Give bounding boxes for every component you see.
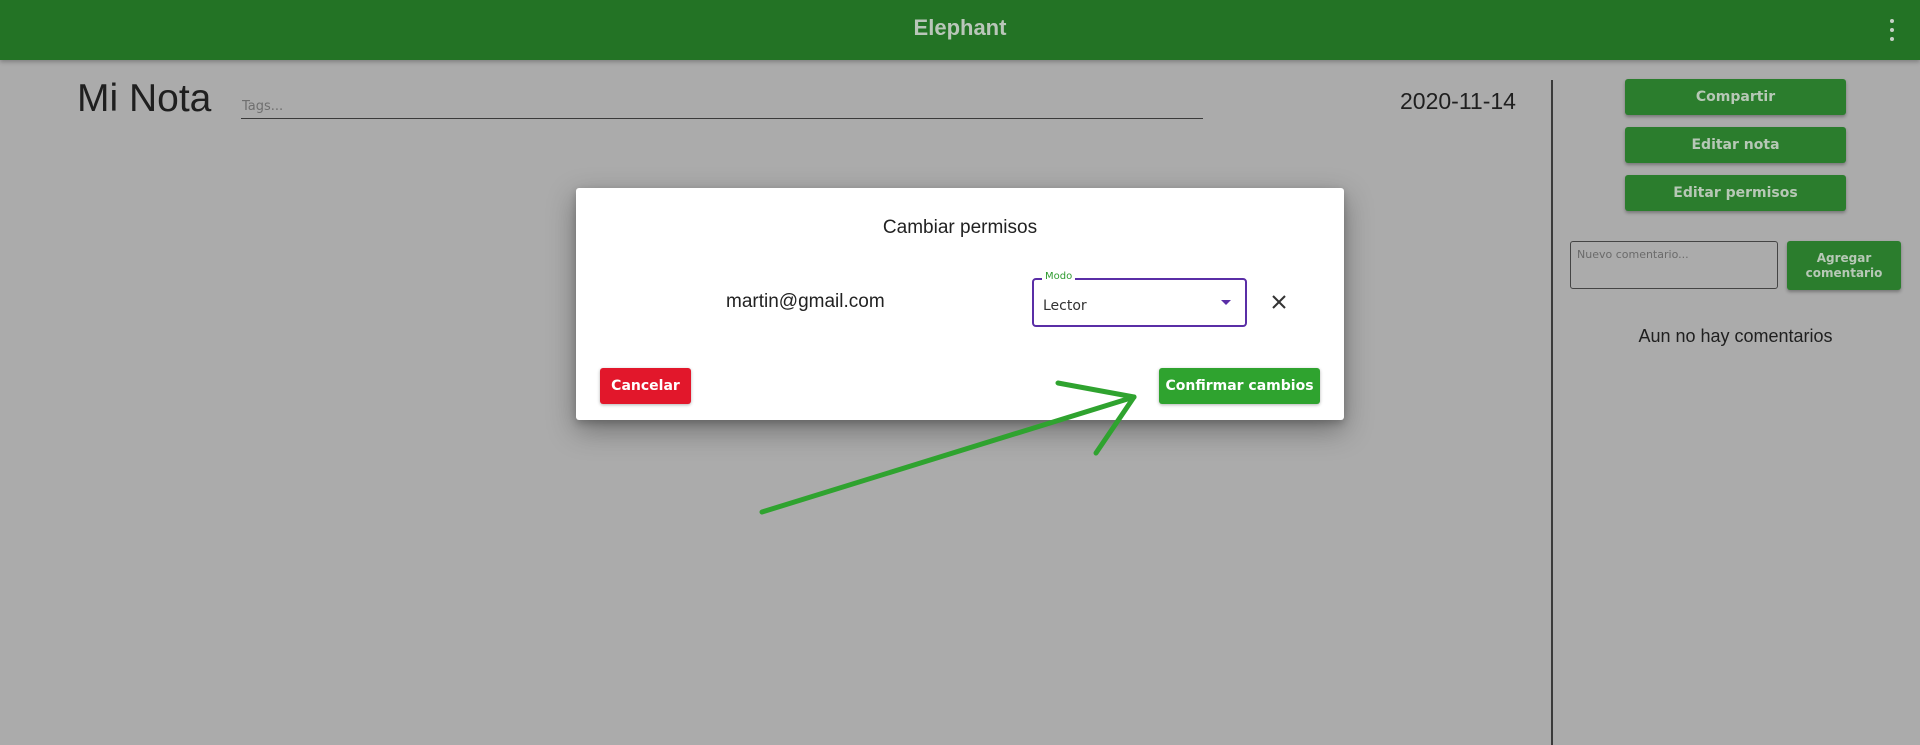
app-bar: Elephant [0,0,1920,60]
tags-input[interactable] [241,94,1203,119]
note-title: Mi Nota [77,77,212,120]
change-permissions-dialog: Cambiar permisos martin@gmail.com Modo L… [576,188,1344,420]
mode-label: Modo [1042,271,1076,282]
mode-value: Lector [1043,298,1087,314]
note-date: 2020-11-14 [1400,88,1516,114]
confirm-changes-button[interactable]: Confirmar cambios [1159,368,1320,404]
edit-note-button[interactable]: Editar nota [1625,127,1846,163]
close-icon[interactable] [1269,292,1289,312]
sidebar-divider [1551,80,1553,745]
add-comment-button[interactable]: Agregar comentario [1787,241,1901,290]
chevron-down-icon [1221,300,1231,305]
dialog-title: Cambiar permisos [882,217,1038,238]
app-title: Elephant [913,15,1007,40]
comment-input[interactable]: Nuevo comentario... [1570,241,1778,289]
comment-placeholder: Nuevo comentario... [1577,248,1689,261]
cancel-button[interactable]: Cancelar [600,368,691,404]
mode-select[interactable]: Modo Lector [1032,271,1247,327]
edit-permissions-button[interactable]: Editar permisos [1625,175,1846,211]
more-vert-icon[interactable] [1888,19,1896,41]
no-comments-text: Aun no hay comentarios [1638,326,1833,346]
share-button[interactable]: Compartir [1625,79,1846,115]
permission-user-email: martin@gmail.com [726,291,885,312]
